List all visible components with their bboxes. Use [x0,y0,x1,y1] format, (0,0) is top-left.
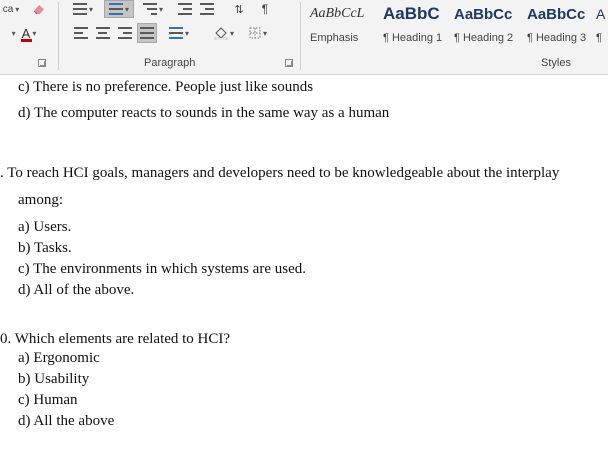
paragraph-dialog-launcher[interactable] [285,59,293,67]
sort-icon: ⇅ [234,3,244,16]
align-left-icon [74,27,88,39]
font-color-icon: A [20,26,32,42]
chevron-down-icon: ▾ [262,28,267,38]
font-dialog-launcher[interactable] [38,59,46,67]
ribbon: ca ▾ ▾ A ▾ ▾ ▾ ▾ ⇅ ¶ ▾ ▾ ▾ Paragraph AaBb… [0,0,608,75]
q10-option-a: a) Ergonomic [18,350,100,366]
increase-indent-button[interactable] [198,0,216,18]
font-size-dropdown[interactable]: ca ▾ [0,0,22,18]
q9-option-c: c) The environments in which systems are… [18,261,306,277]
style-heading-1[interactable]: AaBbC ¶ Heading 1 [379,0,449,52]
decrease-indent-button[interactable] [176,0,194,18]
q10-option-b: b) Usability [18,371,90,387]
font-color-button[interactable]: ▾ A ▾ [0,24,46,42]
q9-prompt-line-2: among: [18,192,63,208]
chevron-down-icon: ▾ [11,28,16,38]
bullet-list-icon [72,3,87,15]
group-separator [300,2,301,70]
pilcrow-icon: ¶ [261,2,269,16]
style-sample: AaBbCc [527,5,586,23]
increase-indent-icon [200,3,214,15]
shading-button[interactable]: ▾ [210,24,238,42]
style-sample: AaBbCc [454,5,513,23]
line-spacing-icon [168,27,183,39]
q9-option-d: d) All of the above. [18,282,135,298]
bullets-button[interactable]: ▾ [70,0,96,18]
style-sample: AaBbCcL [310,6,365,21]
style-sample: A [596,6,606,22]
style-name: ¶ Heading 1 [383,32,443,44]
eraser-icon[interactable] [30,0,48,18]
numbered-list-icon [108,3,123,15]
q9-option-a: a) Users. [18,219,72,235]
sort-button[interactable]: ⇅ [230,0,248,18]
justify-icon [140,27,154,39]
multilevel-list-button[interactable]: ▾ [140,0,166,18]
justify-button[interactable] [137,23,157,43]
paragraph-group-label: Paragraph [144,57,196,69]
chevron-down-icon: ▾ [32,28,37,38]
align-center-button[interactable] [94,24,112,42]
line-spacing-button[interactable]: ▾ [166,24,192,42]
align-center-icon [96,27,110,39]
style-heading-2[interactable]: AaBbCc ¶ Heading 2 [450,0,522,52]
styles-group-label: Styles [541,57,571,69]
style-emphasis[interactable]: AaBbCcL Emphasis [306,0,378,52]
q10-option-c: c) Human [18,392,78,408]
group-separator [58,2,59,70]
align-right-button[interactable] [116,24,134,42]
style-name: ¶ Heading 3 [527,32,587,44]
style-sample: AaBbC [383,4,440,23]
q9-prompt-line-1: . To reach HCI goals, managers and devel… [0,165,560,181]
chevron-down-icon: ▾ [158,4,163,14]
style-next[interactable]: A ¶ [594,0,608,52]
numbering-button[interactable]: ▾ [104,0,134,18]
font-color-swatch [20,38,32,42]
style-heading-3[interactable]: AaBbCc ¶ Heading 3 [523,0,593,52]
multilevel-list-icon [142,3,157,15]
chevron-down-icon: ▾ [15,4,20,14]
borders-button[interactable]: ▾ [244,24,272,42]
style-name: ¶ Heading 2 [454,32,514,44]
chevron-down-icon: ▾ [124,4,129,14]
decrease-indent-icon [178,3,192,15]
chevron-down-icon: ▾ [88,4,93,14]
align-left-button[interactable] [72,24,90,42]
q9-option-b: b) Tasks. [18,240,72,256]
style-name: Emphasis [310,32,359,44]
q8-option-c: c) There is no preference. People just l… [18,79,314,95]
style-name: ¶ [596,32,602,44]
show-formatting-button[interactable]: ¶ [256,0,274,18]
chevron-down-icon: ▾ [229,28,234,38]
q10-option-d: d) All the above [18,413,115,429]
align-right-icon [118,27,132,39]
q8-option-d: d) The computer reacts to sounds in the … [18,105,390,121]
q10-prompt: 0. Which elements are related to HCI? [0,331,231,347]
chevron-down-icon: ▾ [184,28,189,38]
font-size-text: ca [2,3,14,15]
paint-bucket-icon [214,26,228,40]
document-body[interactable]: c) There is no preference. People just l… [0,75,608,460]
borders-icon [249,27,261,39]
